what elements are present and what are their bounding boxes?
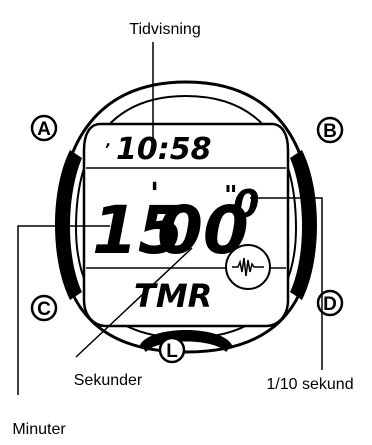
label-tenths: 1/10 sekund bbox=[266, 376, 353, 393]
label-minutes: Minuter bbox=[12, 421, 66, 438]
display-indicator-dot: , bbox=[105, 134, 111, 150]
watch-diagram: , 10:58 15 ' 00 " 0 TMR L A B C D Tidvis… bbox=[12, 21, 353, 438]
button-d-label: D bbox=[323, 294, 337, 315]
display-time: 10:58 bbox=[116, 132, 212, 167]
button-c-label: C bbox=[37, 299, 51, 320]
display-tenths: 0 bbox=[233, 182, 259, 226]
label-seconds: Sekunder bbox=[74, 372, 143, 389]
display-mode: TMR bbox=[134, 277, 212, 315]
button-l-label: L bbox=[166, 341, 178, 362]
label-top: Tidvisning bbox=[129, 21, 200, 38]
button-b-label: B bbox=[323, 121, 337, 142]
button-a-label: A bbox=[37, 119, 51, 140]
